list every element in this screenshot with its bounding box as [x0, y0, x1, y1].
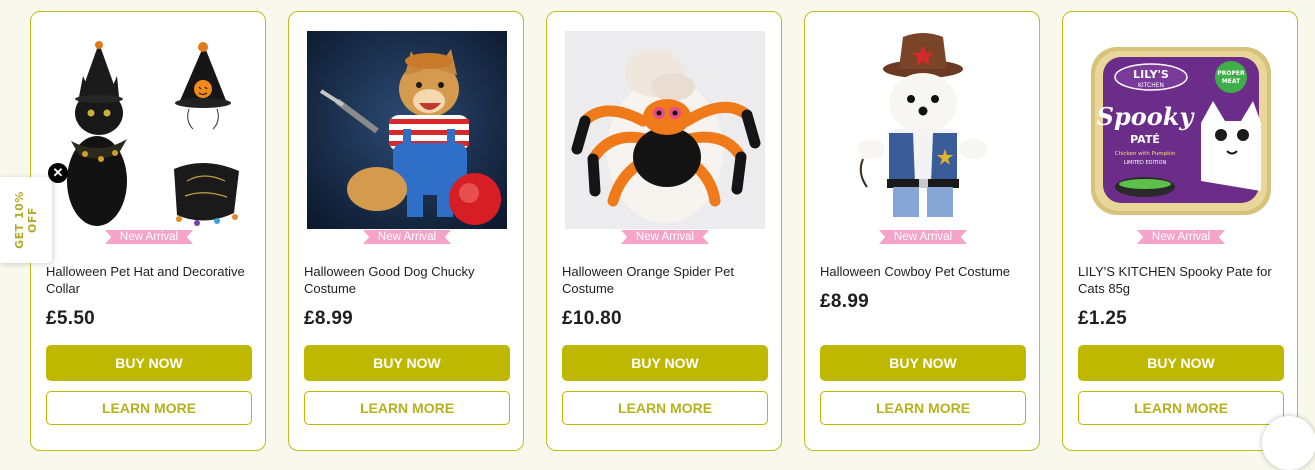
product-title[interactable]: LILY'S KITCHEN Spooky Pate for Cats 85g [1078, 263, 1288, 297]
promo-line-2: OFF [26, 207, 39, 233]
pate-label: PATÉ [1130, 133, 1160, 146]
learn-more-button[interactable]: LEARN MORE [1078, 391, 1284, 425]
new-arrival-badge: New Arrival [363, 230, 451, 244]
product-price: £8.99 [820, 291, 870, 312]
product-title[interactable]: Halloween Pet Hat and Decorative Collar [46, 263, 256, 297]
pet-hat-collar-image [49, 31, 249, 229]
buy-now-button[interactable]: BUY NOW [46, 345, 252, 381]
buy-now-button[interactable]: BUY NOW [1078, 345, 1284, 381]
product-price: £10.80 [562, 308, 622, 329]
spider-costume-image [565, 31, 765, 229]
close-icon[interactable]: ✕ [48, 163, 68, 183]
new-arrival-badge: New Arrival [1137, 230, 1225, 244]
promo-line-1: GET 10% [13, 191, 26, 249]
product-title[interactable]: Halloween Cowboy Pet Costume [820, 263, 1030, 280]
buy-now-button[interactable]: BUY NOW [304, 345, 510, 381]
promo-text: GET 10% OFF [13, 191, 39, 249]
product-image[interactable] [49, 31, 249, 229]
edition-label: LIMITED EDITION [1124, 160, 1167, 166]
product-title[interactable]: Halloween Good Dog Chucky Costume [304, 263, 514, 297]
learn-more-button[interactable]: LEARN MORE [562, 391, 768, 425]
product-image[interactable] [823, 31, 1023, 229]
new-arrival-badge: New Arrival [105, 230, 193, 244]
buy-now-button[interactable]: BUY NOW [562, 345, 768, 381]
product-image[interactable] [307, 31, 507, 229]
chat-widget-button[interactable] [1262, 416, 1315, 470]
product-card: LILY'S KITCHEN PROPER MEAT Spooky PATÉ C… [1062, 11, 1298, 451]
product-image[interactable] [565, 31, 765, 229]
product-image[interactable]: LILY'S KITCHEN PROPER MEAT Spooky PATÉ C… [1081, 31, 1281, 229]
learn-more-button[interactable]: LEARN MORE [46, 391, 252, 425]
buy-now-button[interactable]: BUY NOW [820, 345, 1026, 381]
spooky-pate-tray-image: LILY'S KITCHEN PROPER MEAT Spooky PATÉ C… [1081, 31, 1281, 229]
product-price: £1.25 [1078, 308, 1128, 329]
meat-label: MEAT [1222, 78, 1241, 85]
spooky-label: Spooky [1097, 102, 1196, 131]
new-arrival-badge: New Arrival [879, 230, 967, 244]
chucky-dog-costume-image [307, 31, 507, 229]
discount-promo-tab[interactable]: GET 10% OFF [0, 177, 52, 263]
product-card: New Arrival Halloween Cowboy Pet Costume… [804, 11, 1040, 451]
product-card: New Arrival Halloween Pet Hat and Decora… [30, 11, 266, 451]
lily-sub-label: KITCHEN [1138, 82, 1164, 89]
product-price: £5.50 [46, 308, 96, 329]
product-title[interactable]: Halloween Orange Spider Pet Costume [562, 263, 772, 297]
learn-more-button[interactable]: LEARN MORE [304, 391, 510, 425]
new-arrival-badge: New Arrival [621, 230, 709, 244]
cowboy-costume-image [823, 31, 1023, 229]
product-card: New Arrival Halloween Good Dog Chucky Co… [288, 11, 524, 451]
lily-brand-label: LILY'S [1133, 68, 1169, 81]
product-price: £8.99 [304, 308, 354, 329]
proper-label: PROPER [1217, 70, 1245, 77]
product-card: New Arrival Halloween Orange Spider Pet … [546, 11, 782, 451]
learn-more-button[interactable]: LEARN MORE [820, 391, 1026, 425]
flavour-label: Chicken with Pumpkin [1115, 151, 1176, 157]
